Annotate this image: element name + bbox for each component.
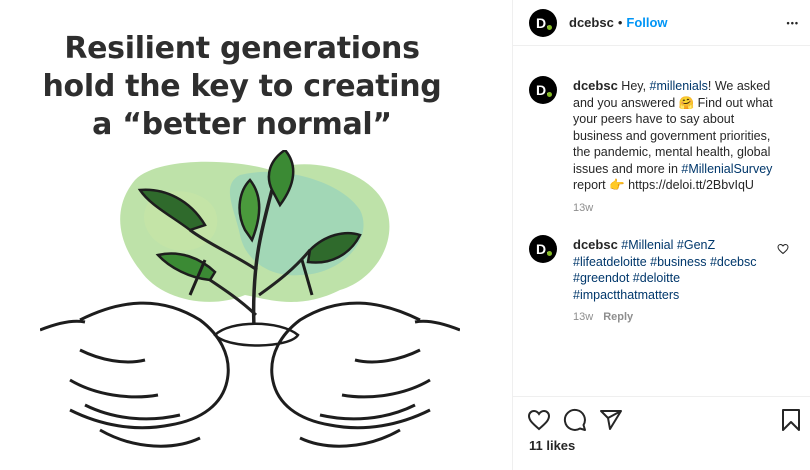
caption-text: dcebsc Hey, #millenials! We asked and yo…: [573, 78, 778, 194]
likes-count[interactable]: 11 likes: [529, 438, 575, 453]
headline-line-3: a “better normal”: [92, 107, 392, 142]
actions-divider: [513, 396, 810, 397]
hands-with-plant-illustration: [40, 150, 460, 448]
caption-username[interactable]: dcebsc: [573, 78, 618, 93]
hashtag-link[interactable]: #millenials: [650, 79, 708, 93]
comment-text: dcebsc #Millenial #GenZ #lifeatdeloitte …: [573, 237, 778, 303]
headline-line-1: Resilient generations: [64, 31, 420, 66]
hashtag-link[interactable]: #deloitte: [633, 271, 680, 285]
more-options-icon[interactable]: •••: [787, 18, 799, 28]
hashtag-link[interactable]: #greendot: [573, 271, 629, 285]
green-dot-icon: [547, 25, 552, 30]
hashtag-link[interactable]: #dcebsc: [710, 255, 757, 269]
bookmark-icon[interactable]: [779, 408, 803, 432]
header-username[interactable]: dcebsc: [569, 15, 614, 30]
share-icon[interactable]: [599, 408, 623, 432]
follow-button[interactable]: Follow: [626, 15, 667, 30]
separator-dot: •: [617, 15, 623, 30]
green-dot-icon: [547, 92, 552, 97]
hashtag-link[interactable]: #lifeatdeloitte: [573, 255, 647, 269]
post-image[interactable]: Resilient generations hold the key to cr…: [0, 0, 512, 470]
hashtag-link[interactable]: #business: [650, 255, 706, 269]
reply-button[interactable]: Reply: [603, 311, 633, 323]
headline-line-2: hold the key to creating: [42, 69, 442, 104]
comment-username[interactable]: dcebsc: [573, 237, 618, 252]
avatar[interactable]: D.: [529, 9, 557, 37]
post-header: D. dcebsc • Follow •••: [513, 0, 810, 46]
heart-icon[interactable]: [527, 408, 551, 432]
hashtag-link[interactable]: #MillenialSurvey: [681, 162, 772, 176]
caption-part: report 👉 https://deloi.tt/2BbvIqU: [573, 178, 754, 192]
comment-avatar[interactable]: D.: [529, 235, 557, 263]
comment-like-heart-icon[interactable]: [777, 243, 789, 255]
post-sidebar: D. dcebsc • Follow ••• D. dcebsc Hey, #m…: [512, 0, 810, 470]
hashtag-link[interactable]: #impactthatmatters: [573, 288, 679, 302]
comment-meta: 13w Reply: [573, 311, 633, 323]
image-headline: Resilient generations hold the key to cr…: [0, 30, 484, 144]
green-dot-icon: [547, 251, 552, 256]
caption-time: 13w: [573, 202, 594, 214]
caption-part: Hey,: [621, 79, 650, 93]
hashtag-link[interactable]: #GenZ: [677, 238, 715, 252]
caption-avatar[interactable]: D.: [529, 76, 557, 104]
hashtag-link[interactable]: #Millenial: [621, 238, 673, 252]
comment-icon[interactable]: [563, 408, 587, 432]
comment-time: 13w: [573, 311, 594, 323]
